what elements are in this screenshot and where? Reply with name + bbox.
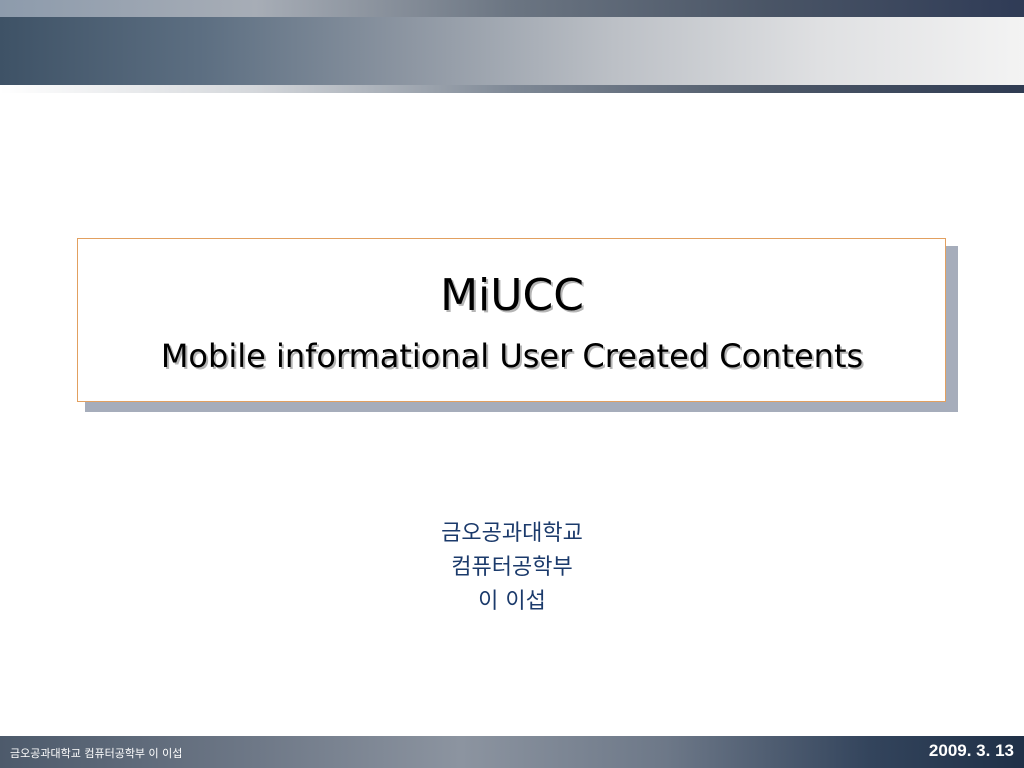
author-department: 컴퓨터공학부 — [451, 555, 573, 580]
author-university: 금오공과대학교 — [441, 521, 583, 546]
footer-author-text: 금오공과대학교 컴퓨터공학부 이 이섭 — [10, 747, 183, 760]
top-decorative-strip — [0, 0, 1024, 17]
author-block: 금오공과대학교 컴퓨터공학부 이 이섭 — [0, 517, 1024, 619]
slide-title: MiUCC — [440, 270, 584, 321]
header-underline — [0, 85, 1024, 93]
footer-date: 2009. 3. 13 — [928, 741, 1014, 760]
header-gradient-band — [0, 17, 1024, 85]
slide-subtitle: Mobile informational User Created Conten… — [160, 337, 864, 375]
author-name: 이 이섭 — [478, 589, 546, 614]
